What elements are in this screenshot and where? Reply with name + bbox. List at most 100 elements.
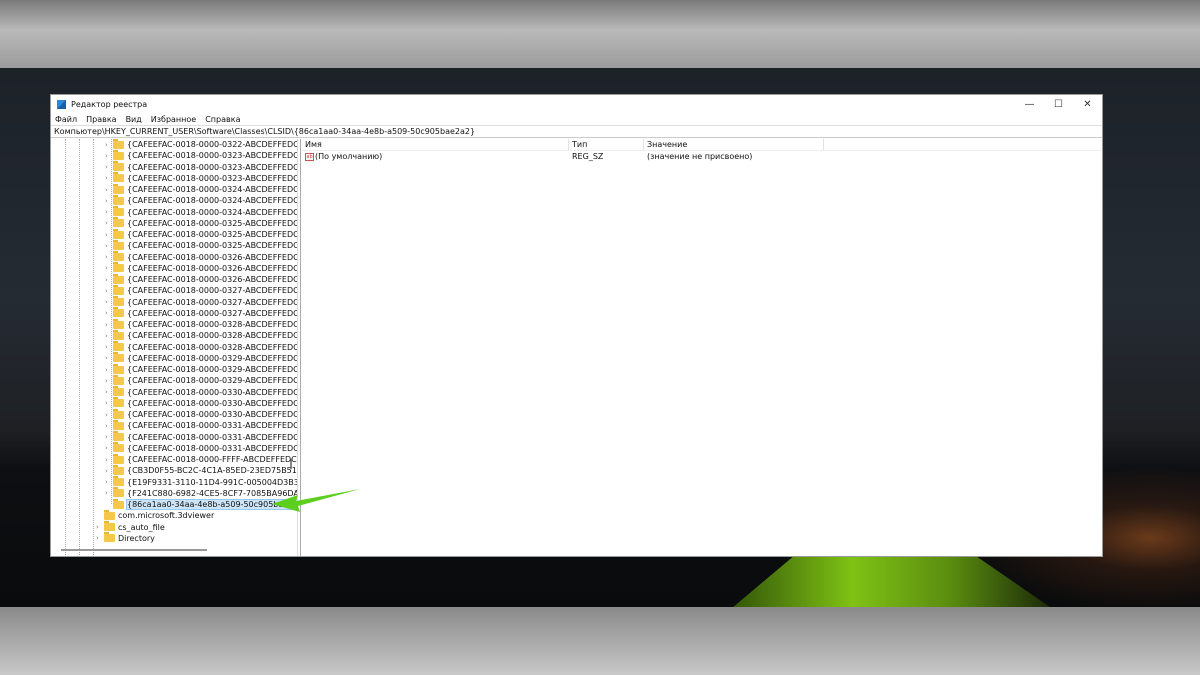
- tree-item[interactable]: › {CAFEEFAC-0018-0000-0326-ABCDEFFEDCBB}: [105, 262, 297, 274]
- tree-item[interactable]: › {CAFEEFAC-0018-0000-0330-ABCDEFFEDCBC}: [105, 408, 297, 420]
- tree-item[interactable]: › {CAFEEFAC-0018-0000-0326-ABCDEFFEDCBA}: [105, 251, 297, 263]
- chevron-right-icon[interactable]: ›: [105, 354, 113, 362]
- tree-item[interactable]: › {CAFEEFAC-0018-0000-0331-ABCDEFFEDCBB}: [105, 431, 297, 443]
- tree-item[interactable]: › {CB3D0F55-BC2C-4C1A-85ED-23ED75B5106B}: [105, 464, 297, 476]
- tree-item-label: {CAFEEFAC-0018-0000-0326-ABCDEFFEDCBA}: [127, 252, 297, 262]
- tree-item[interactable]: › {CAFEEFAC-0018-0000-0329-ABCDEFFEDCBA}: [105, 352, 297, 364]
- tree-item[interactable]: › {CAFEEFAC-0018-0000-0327-ABCDEFFEDCBA}: [105, 284, 297, 296]
- column-type[interactable]: Тип: [569, 139, 644, 150]
- values-list[interactable]: Имя Тип Значение ab (По умолчанию) REG_SZ…: [302, 139, 1102, 556]
- chevron-right-icon[interactable]: ›: [105, 253, 113, 261]
- tree-item[interactable]: › {CAFEEFAC-0018-0000-0324-ABCDEFFEDCBB}: [105, 194, 297, 206]
- tree-item[interactable]: › {CAFEEFAC-0018-0000-0324-ABCDEFFEDCBA}: [105, 183, 297, 195]
- tree-item[interactable]: › {CAFEEFAC-0018-0000-0328-ABCDEFFEDCBC}: [105, 341, 297, 353]
- folder-icon: [113, 228, 124, 239]
- chevron-right-icon[interactable]: ›: [105, 489, 113, 497]
- key-tree[interactable]: › {CAFEEFAC-0018-0000-0322-ABCDEFFEDCBC} ›…: [51, 139, 297, 556]
- chevron-right-icon[interactable]: ›: [105, 388, 113, 396]
- tree-item[interactable]: › {CAFEEFAC-0018-0000-0325-ABCDEFFEDCBB}: [105, 228, 297, 240]
- tree-item[interactable]: › Directory: [96, 532, 155, 544]
- tree-item-label: {CAFEEFAC-0018-0000-0323-ABCDEFFEDCBB}: [127, 162, 297, 172]
- value-row[interactable]: ab (По умолчанию) REG_SZ (значение не при…: [302, 151, 1102, 163]
- tree-item[interactable]: › {CAFEEFAC-0018-0000-0329-ABCDEFFEDCBC}: [105, 374, 297, 386]
- column-data[interactable]: Значение: [644, 139, 824, 150]
- value-data: (значение не присвоено): [647, 152, 753, 161]
- folder-icon: [113, 318, 124, 329]
- chevron-right-icon[interactable]: ›: [105, 309, 113, 317]
- chevron-right-icon[interactable]: ›: [105, 197, 113, 205]
- tree-item[interactable]: › {CAFEEFAC-0018-0000-0325-ABCDEFFEDCBA}: [105, 217, 297, 229]
- chevron-right-icon[interactable]: ›: [105, 186, 113, 194]
- chevron-right-icon[interactable]: ›: [105, 174, 113, 182]
- chevron-right-icon[interactable]: ›: [96, 534, 104, 542]
- tree-horizontal-scrollbar[interactable]: [61, 549, 207, 551]
- tree-item[interactable]: › {CAFEEFAC-0018-0000-0327-ABCDEFFEDCBC}: [105, 307, 297, 319]
- tree-item[interactable]: › {CAFEEFAC-0018-0000-0325-ABCDEFFEDCBC}: [105, 239, 297, 251]
- chevron-right-icon[interactable]: ›: [105, 219, 113, 227]
- menu-help[interactable]: Справка: [205, 115, 240, 124]
- address-bar[interactable]: Компьютер\HKEY_CURRENT_USER\Software\Cla…: [51, 125, 1102, 138]
- tree-item[interactable]: › {CAFEEFAC-0018-0000-0331-ABCDEFFEDCBA}: [105, 419, 297, 431]
- chevron-right-icon[interactable]: ›: [105, 287, 113, 295]
- tree-item[interactable]: › {CAFEEFAC-0018-0000-0324-ABCDEFFEDCBC}: [105, 206, 297, 218]
- chevron-right-icon[interactable]: ›: [105, 231, 113, 239]
- chevron-right-icon[interactable]: ›: [105, 208, 113, 216]
- chevron-right-icon[interactable]: ›: [105, 343, 113, 351]
- chevron-right-icon[interactable]: ›: [105, 321, 113, 329]
- chevron-right-icon[interactable]: ›: [105, 433, 113, 441]
- chevron-right-icon[interactable]: ›: [105, 478, 113, 486]
- column-name[interactable]: Имя: [302, 139, 569, 150]
- chevron-right-icon[interactable]: ›: [105, 399, 113, 407]
- folder-icon: [113, 161, 124, 172]
- folder-icon: [104, 521, 115, 532]
- tree-item[interactable]: › {CAFEEFAC-0018-0000-0328-ABCDEFFEDCBA}: [105, 318, 297, 330]
- tree-item[interactable]: › {CAFEEFAC-0018-0000-0330-ABCDEFFEDCBB}: [105, 397, 297, 409]
- tree-item-label: {CAFEEFAC-0018-0000-0323-ABCDEFFEDCBA}: [127, 151, 297, 161]
- menu-favorites[interactable]: Избранное: [151, 115, 196, 124]
- tree-item-label: {CAFEEFAC-0018-0000-0327-ABCDEFFEDCBA}: [127, 286, 297, 296]
- string-value-icon: ab: [305, 152, 314, 161]
- tree-item[interactable]: › {CAFEEFAC-0018-0000-0323-ABCDEFFEDCBC}: [105, 172, 297, 184]
- tree-item[interactable]: › {CAFEEFAC-0018-0000-0323-ABCDEFFEDCBB}: [105, 161, 297, 173]
- tree-item[interactable]: › {CAFEEFAC-0018-0000-0323-ABCDEFFEDCBA}: [105, 149, 297, 161]
- chevron-right-icon[interactable]: ›: [105, 242, 113, 250]
- tree-item[interactable]: › {CAFEEFAC-0018-0000-0327-ABCDEFFEDCBB}: [105, 296, 297, 308]
- chevron-right-icon[interactable]: ›: [105, 444, 113, 452]
- chevron-right-icon[interactable]: ›: [105, 377, 113, 385]
- tree-item-selected[interactable]: {86ca1aa0-34aa-4e8b-a509-50c905bae2a2}: [105, 498, 297, 511]
- tree-item[interactable]: com.microsoft.3dviewer: [96, 509, 214, 521]
- tree-item-label: {CAFEEFAC-0018-0000-0331-ABCDEFFEDCBC}: [127, 443, 297, 453]
- tree-item[interactable]: › {F241C880-6982-4CE5-8CF7-7085BA96DA5A}: [105, 487, 297, 499]
- chevron-right-icon[interactable]: ›: [105, 422, 113, 430]
- tree-item[interactable]: › {CAFEEFAC-0018-0000-0326-ABCDEFFEDCBC}: [105, 273, 297, 285]
- chevron-right-icon[interactable]: ›: [105, 456, 113, 464]
- tree-item[interactable]: › {CAFEEFAC-0018-0000-FFFF-ABCDEFFEDCBA}: [105, 453, 297, 465]
- chevron-right-icon[interactable]: ›: [105, 141, 113, 149]
- menu-file[interactable]: Файл: [55, 115, 77, 124]
- tree-item[interactable]: › {CAFEEFAC-0018-0000-0322-ABCDEFFEDCBC}: [105, 139, 297, 150]
- menu-edit[interactable]: Правка: [86, 115, 116, 124]
- chevron-right-icon[interactable]: ›: [105, 332, 113, 340]
- tree-item[interactable]: › {CAFEEFAC-0018-0000-0331-ABCDEFFEDCBC}: [105, 442, 297, 454]
- minimize-button[interactable]: —: [1015, 99, 1044, 110]
- chevron-right-icon[interactable]: ›: [105, 467, 113, 475]
- chevron-right-icon[interactable]: ›: [105, 264, 113, 272]
- chevron-right-icon[interactable]: ›: [105, 411, 113, 419]
- menu-view[interactable]: Вид: [126, 115, 142, 124]
- chevron-right-icon[interactable]: ›: [105, 163, 113, 171]
- chevron-right-icon[interactable]: ›: [105, 298, 113, 306]
- chevron-right-icon[interactable]: ›: [105, 276, 113, 284]
- chevron-right-icon[interactable]: ›: [96, 523, 104, 531]
- tree-item-label: {CAFEEFAC-0018-0000-0330-ABCDEFFEDCBB}: [127, 398, 297, 408]
- folder-icon: [113, 296, 124, 307]
- tree-item[interactable]: › {E19F9331-3110-11D4-991C-005004D3B3DB}: [105, 476, 297, 488]
- tree-item[interactable]: › cs_auto_file: [96, 521, 165, 533]
- tree-item[interactable]: › {CAFEEFAC-0018-0000-0330-ABCDEFFEDCBA}: [105, 386, 297, 398]
- tree-item[interactable]: › {CAFEEFAC-0018-0000-0328-ABCDEFFEDCBB}: [105, 329, 297, 341]
- tree-item[interactable]: › {CAFEEFAC-0018-0000-0329-ABCDEFFEDCBB}: [105, 363, 297, 375]
- maximize-button[interactable]: ☐: [1044, 99, 1073, 110]
- close-button[interactable]: ✕: [1073, 99, 1102, 110]
- chevron-right-icon[interactable]: ›: [105, 366, 113, 374]
- chevron-right-icon[interactable]: ›: [105, 152, 113, 160]
- window-title: Редактор реестра: [71, 99, 148, 109]
